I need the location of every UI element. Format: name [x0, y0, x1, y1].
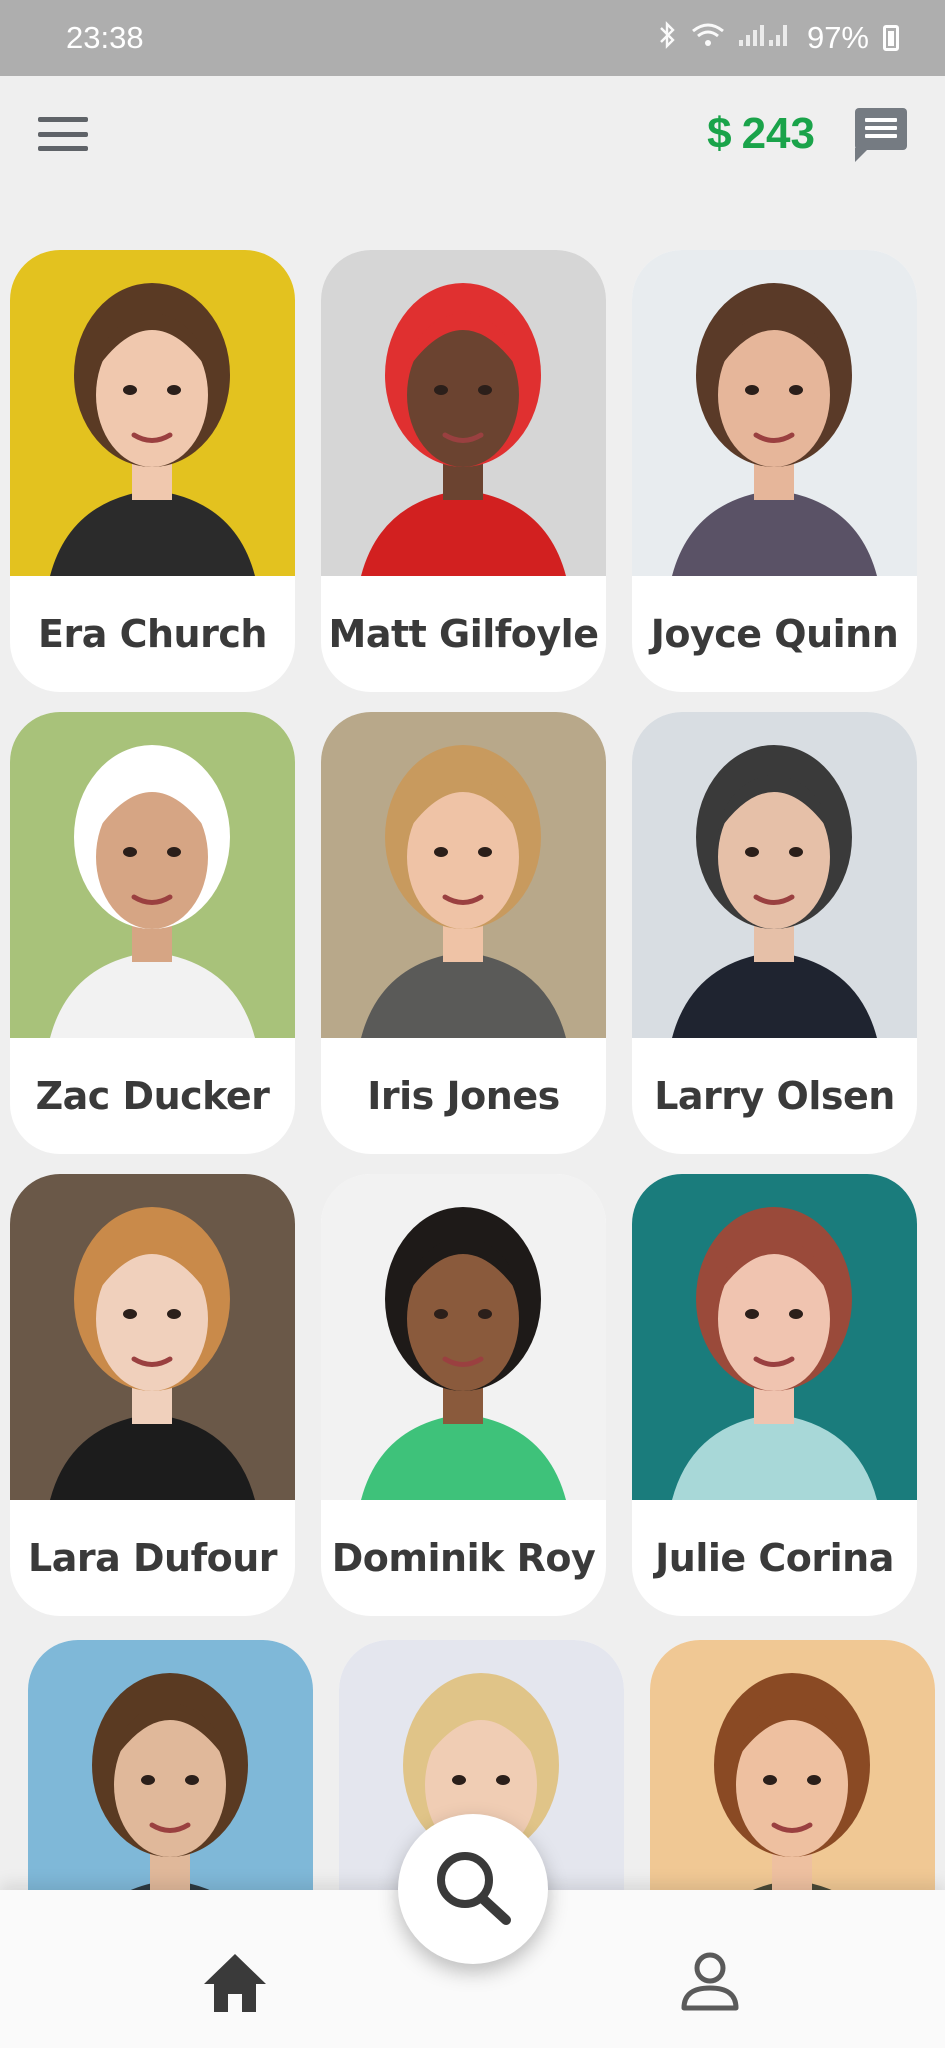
profile-card[interactable]: Iris Jones: [321, 712, 606, 1154]
balance-display: $ 243: [707, 109, 815, 159]
profile-photo: [321, 1174, 606, 1500]
currency-symbol: $: [707, 109, 732, 158]
profile-name: Larry Olsen: [654, 1074, 895, 1118]
search-button[interactable]: [398, 1814, 548, 1964]
profile-card[interactable]: Dominik Roy: [321, 1174, 606, 1616]
menu-icon[interactable]: [38, 117, 88, 151]
home-icon[interactable]: [200, 1950, 270, 2016]
header-actions: $ 243: [707, 108, 907, 162]
profile-photo: [632, 1174, 917, 1500]
profile-card[interactable]: Lara Dufour: [10, 1174, 295, 1616]
profile-name: Joyce Quinn: [650, 612, 899, 656]
profile-name: Iris Jones: [367, 1074, 560, 1118]
profile-grid: Era Church Matt Gilfoyle Joyce Quinn Zac…: [0, 0, 945, 2048]
profile-card[interactable]: Zac Ducker: [10, 712, 295, 1154]
profile-name: Lara Dufour: [28, 1536, 278, 1580]
profile-card[interactable]: Julie Corina: [632, 1174, 917, 1616]
profile-name: Era Church: [38, 612, 267, 656]
profile-photo: [321, 712, 606, 1038]
search-icon: [437, 1852, 511, 1925]
profile-photo: [632, 712, 917, 1038]
profile-photo: [321, 250, 606, 576]
profile-name: Dominik Roy: [331, 1536, 596, 1580]
profile-name: Zac Ducker: [35, 1074, 270, 1118]
profile-name: Matt Gilfoyle: [328, 612, 599, 656]
profile-card[interactable]: Joyce Quinn: [632, 250, 917, 692]
profile-card[interactable]: Larry Olsen: [632, 712, 917, 1154]
profile-photo: [632, 250, 917, 576]
app-bar: $ 243: [0, 76, 945, 192]
profile-name: Julie Corina: [655, 1536, 894, 1580]
profile-photo: [10, 250, 295, 576]
profile-icon[interactable]: [676, 1948, 744, 2016]
profile-photo: [10, 1174, 295, 1500]
chat-icon[interactable]: [855, 108, 907, 162]
profile-card[interactable]: Matt Gilfoyle: [321, 250, 606, 692]
profile-photo: [10, 712, 295, 1038]
profile-card[interactable]: Era Church: [10, 250, 295, 692]
balance-value: 243: [741, 109, 815, 158]
